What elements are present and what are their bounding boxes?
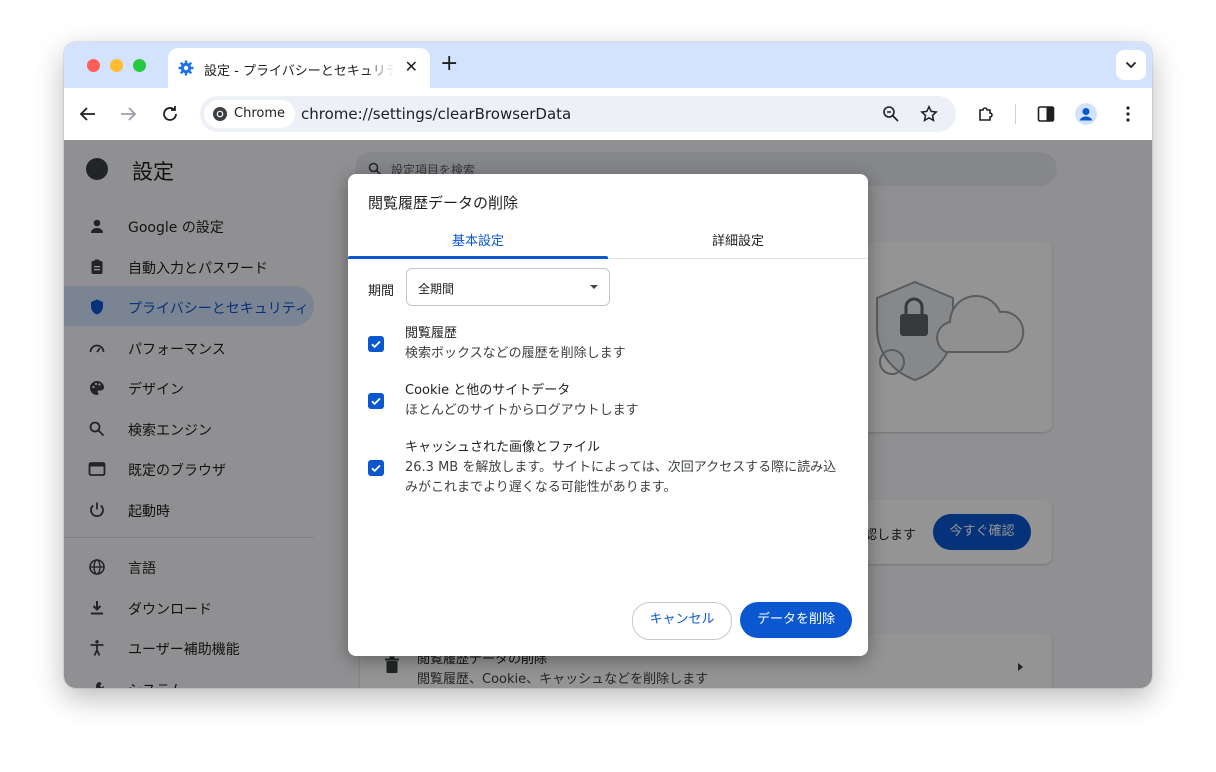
cancel-button[interactable]: キャンセル (632, 602, 732, 640)
option-description: ほとんどのサイトからログアウトします (405, 403, 639, 418)
history-option: 閲覧履歴 検索ボックスなどの履歴を削除します (405, 324, 855, 364)
clear-browsing-data-dialog: 閲覧履歴データの削除 基本設定 詳細設定 期間 全期間 閲覧履歴 検索ボックスな… (348, 174, 868, 656)
chip-label: Chrome (234, 106, 285, 121)
dropdown-caret-icon (590, 285, 598, 289)
chevron-down-icon (1125, 61, 1137, 69)
zoom-window-button[interactable] (133, 59, 146, 72)
tab-advanced[interactable]: 詳細設定 (608, 230, 868, 249)
toolbar-divider (1015, 104, 1016, 124)
delete-data-button[interactable]: データを削除 (740, 602, 852, 638)
tab-close-icon[interactable]: ✕ (405, 57, 418, 76)
gear-icon (178, 60, 194, 76)
tab-search-button[interactable] (1116, 50, 1146, 80)
active-tab-indicator (348, 256, 608, 259)
cache-checkbox[interactable] (368, 460, 384, 476)
back-icon[interactable] (76, 102, 100, 126)
site-info-chip[interactable]: Chrome (204, 100, 295, 128)
cache-option: キャッシュされた画像とファイル 26.3 MB を解放します。サイトによっては、… (405, 438, 845, 498)
option-title: 閲覧履歴 (405, 326, 458, 341)
profile-avatar-icon[interactable] (1075, 103, 1097, 125)
chrome-icon (213, 107, 227, 121)
period-label: 期間 (368, 284, 395, 299)
history-checkbox[interactable] (368, 336, 384, 352)
period-select[interactable]: 全期間 (406, 268, 610, 306)
tab-strip: 設定 - プライバシーとセキュリティ ✕ + (64, 42, 1152, 88)
more-vert-icon[interactable] (1118, 104, 1138, 124)
check-icon (371, 464, 381, 473)
zoom-icon[interactable] (882, 105, 900, 123)
check-icon (371, 397, 381, 406)
option-title: キャッシュされた画像とファイル (405, 440, 601, 455)
omnibox[interactable]: Chrome chrome://settings/clearBrowserDat… (200, 96, 956, 132)
extensions-icon[interactable] (976, 104, 996, 124)
toolbar: Chrome chrome://settings/clearBrowserDat… (64, 88, 1152, 140)
option-description: 検索ボックスなどの履歴を削除します (405, 346, 626, 361)
dialog-title: 閲覧履歴データの削除 (368, 194, 519, 212)
close-window-button[interactable] (87, 59, 100, 72)
new-tab-button[interactable]: + (440, 51, 458, 76)
period-value: 全期間 (418, 282, 455, 296)
forward-icon[interactable] (116, 102, 140, 126)
cookies-option: Cookie と他のサイトデータ ほとんどのサイトからログアウトします (405, 381, 855, 421)
tab-settings[interactable]: 設定 - プライバシーとセキュリティ ✕ (168, 48, 430, 88)
tab-title: 設定 - プライバシーとセキュリティ (204, 64, 394, 79)
side-panel-icon[interactable] (1037, 105, 1055, 123)
option-title: Cookie と他のサイトデータ (405, 383, 571, 398)
check-icon (371, 340, 381, 349)
tab-basic[interactable]: 基本設定 (348, 230, 608, 249)
cookies-checkbox[interactable] (368, 393, 384, 409)
minimize-window-button[interactable] (110, 59, 123, 72)
bookmark-star-icon[interactable] (920, 105, 938, 123)
option-description: 26.3 MB を解放します。サイトによっては、次回アクセスする際に読み込みがこ… (405, 460, 837, 495)
reload-icon[interactable] (158, 102, 182, 126)
url-text[interactable]: chrome://settings/clearBrowserData (301, 96, 571, 132)
